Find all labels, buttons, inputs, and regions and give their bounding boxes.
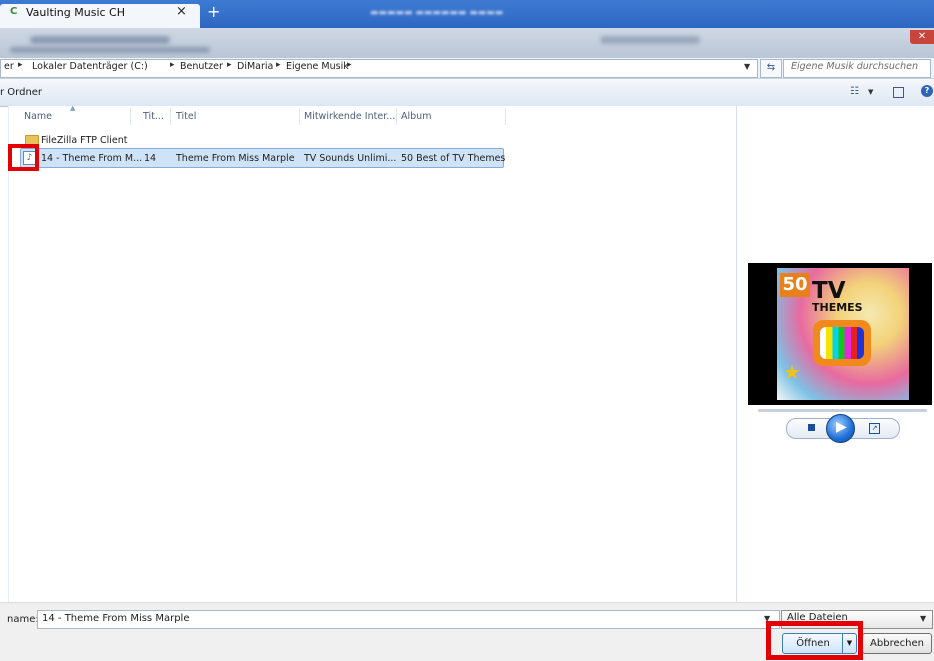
folder-name: FileZilla FTP Client	[41, 135, 128, 146]
column-divider[interactable]	[170, 108, 171, 125]
column-header-title[interactable]: Titel	[176, 111, 196, 122]
window-title-blurred: ▬▬▬▬▬ ▬▬▬▬▬▬ ▬▬▬▬	[370, 8, 504, 18]
column-header-artists[interactable]: Mitwirkende Inter...	[304, 111, 395, 122]
breadcrumb-item[interactable]: er	[4, 61, 14, 72]
column-header-album[interactable]: Album	[401, 111, 431, 122]
column-divider[interactable]	[130, 108, 131, 125]
album-art-bestof: BEST OF	[781, 293, 803, 299]
divider	[8, 106, 9, 602]
breadcrumb-separator-icon: ▸	[227, 60, 232, 70]
breadcrumb-separator-icon: ▸	[276, 60, 281, 70]
file-artists: TV Sounds Unlimi...	[304, 153, 397, 164]
view-options-icon[interactable]: ☷	[850, 86, 859, 97]
popout-icon[interactable]: ↗	[869, 423, 880, 434]
toolbar	[0, 79, 934, 107]
url-blurred	[30, 36, 170, 44]
chevron-down-icon[interactable]: ▼	[868, 88, 873, 96]
breadcrumb-separator-icon: ▸	[18, 60, 23, 70]
star-icon: ★	[783, 360, 801, 384]
album-art-themes: THEMES	[812, 301, 863, 314]
browser-search-blurred	[600, 36, 700, 44]
sort-up-icon: ▲	[70, 104, 76, 112]
file-track: 14	[144, 153, 157, 164]
filename-value: 14 - Theme From Miss Marple	[42, 613, 190, 624]
new-tab-icon[interactable]: +	[207, 2, 220, 21]
breadcrumb-item[interactable]: Benutzer	[180, 61, 223, 72]
breadcrumb-item[interactable]: DiMaria	[237, 61, 273, 72]
breadcrumb-item[interactable]: Eigene Musik	[286, 61, 349, 72]
highlight-box	[766, 621, 863, 660]
help-icon[interactable]: ?	[921, 85, 933, 97]
filename-label: name:	[7, 614, 39, 625]
breadcrumb-item[interactable]: Lokaler Datenträger (C:)	[32, 61, 148, 72]
breadcrumb-separator-icon: ▸	[347, 60, 352, 70]
seek-bar[interactable]	[758, 409, 927, 412]
new-folder-button[interactable]: r Ordner	[0, 87, 42, 98]
play-icon: ▶	[836, 419, 847, 435]
dialog-close-icon[interactable]: ✕	[910, 30, 934, 44]
file-name: 14 - Theme From M...	[41, 153, 143, 164]
file-title: Theme From Miss Marple	[176, 153, 295, 164]
column-header-track[interactable]: Tit...	[143, 111, 164, 122]
breadcrumb-separator-icon: ▸	[170, 60, 175, 70]
bookmarks-blurred	[10, 47, 210, 53]
column-divider[interactable]	[396, 108, 397, 125]
column-divider[interactable]	[299, 108, 300, 125]
chevron-down-icon[interactable]: ▼	[920, 614, 926, 623]
tab-close-icon[interactable]: ×	[176, 4, 187, 19]
tab-favicon-icon: C	[10, 6, 18, 17]
chevron-down-icon[interactable]: ▼	[744, 62, 750, 71]
file-album: 50 Best of TV Themes	[401, 153, 506, 164]
column-header-name[interactable]: Name	[24, 111, 52, 122]
file-list[interactable]	[8, 106, 737, 602]
tab-title: Vaulting Music CH	[26, 6, 126, 19]
tv-test-pattern	[820, 327, 864, 359]
column-divider[interactable]	[505, 108, 506, 125]
refresh-icon[interactable]: ⇆	[760, 59, 782, 78]
preview-pane-icon[interactable]	[893, 87, 904, 98]
search-placeholder: Eigene Musik durchsuchen	[791, 61, 919, 72]
cancel-button[interactable]: Abbrechen	[862, 633, 932, 654]
highlight-box	[8, 144, 39, 171]
stop-icon[interactable]	[808, 424, 815, 431]
